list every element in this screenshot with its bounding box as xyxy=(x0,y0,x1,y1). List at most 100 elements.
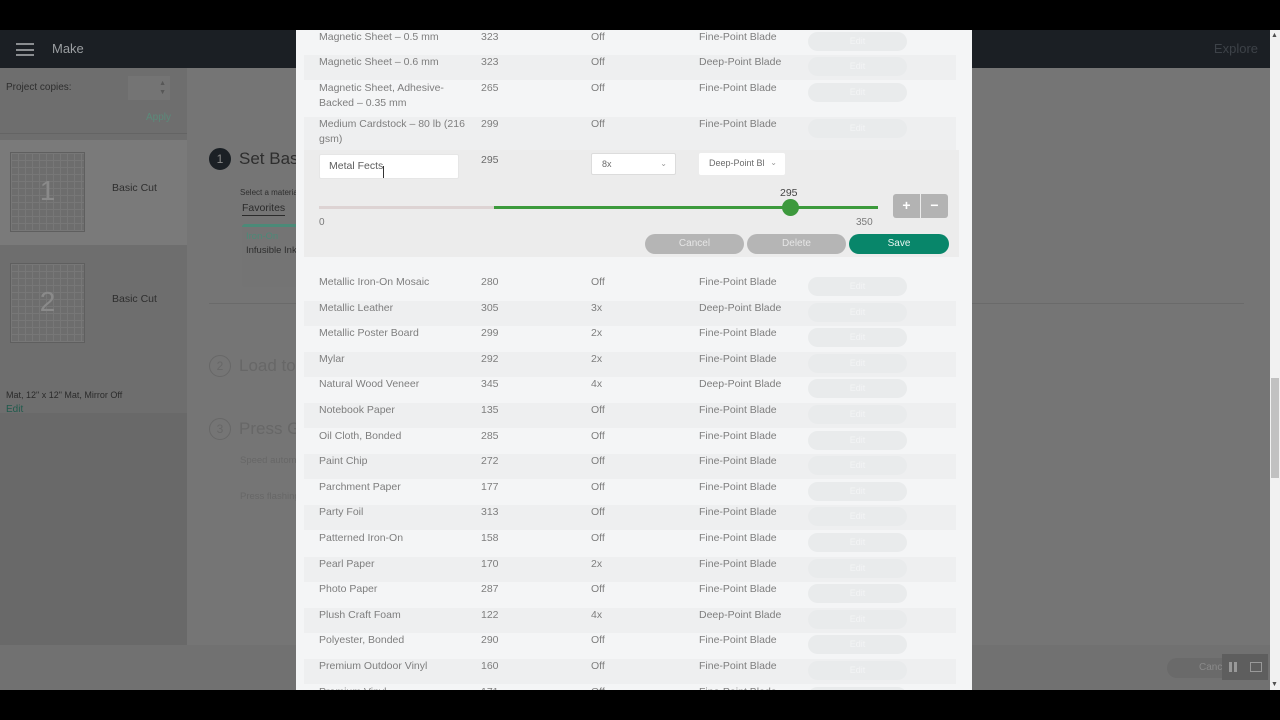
step-3: 3 Press Go xyxy=(209,418,310,440)
edit-button[interactable]: Edit xyxy=(808,302,907,322)
pause-icon[interactable] xyxy=(1228,662,1237,672)
material-name: Parchment Paper xyxy=(319,480,401,493)
pressure-value: 160 xyxy=(481,660,499,672)
material-name: Metallic Iron-On Mosaic xyxy=(319,276,430,288)
edit-button[interactable]: Edit xyxy=(808,481,907,501)
edit-button[interactable]: Edit xyxy=(808,584,907,604)
edit-button[interactable]: Edit xyxy=(808,456,907,476)
left-panel-empty xyxy=(0,413,187,645)
text-cursor-icon xyxy=(383,166,389,178)
multi-cut-value: Off xyxy=(591,685,605,690)
select-material-label: Select a material xyxy=(240,188,300,197)
edit-button[interactable]: Edit xyxy=(808,533,907,552)
material-row: Metallic Iron-On Mosaic 280 Off Fine-Point … xyxy=(304,275,956,300)
blade-name: Fine-Point Blade xyxy=(699,532,777,544)
screen-share-icon[interactable] xyxy=(1249,662,1262,672)
mat-item[interactable]: 2 Basic Cut xyxy=(0,251,187,356)
edit-button[interactable]: Edit xyxy=(808,57,907,76)
pressure-value: 299 xyxy=(481,327,499,340)
multi-cut-value: 4x xyxy=(591,378,603,391)
mat-label: Basic Cut xyxy=(112,293,157,305)
material-name: Magnetic Sheet – 0.6 mm xyxy=(319,56,439,68)
blade-name: Fine-Point Blade xyxy=(699,31,777,43)
edit-button[interactable]: Edit xyxy=(808,119,907,138)
divider xyxy=(0,133,187,134)
apply-button[interactable]: Apply xyxy=(146,112,171,123)
edit-button[interactable]: Edit xyxy=(808,277,907,296)
hamburger-menu-icon[interactable] xyxy=(16,43,34,56)
material-name: Notebook Paper xyxy=(319,404,395,416)
edit-button[interactable]: Edit xyxy=(808,686,907,690)
blade-name: Fine-Point Blade xyxy=(699,685,777,690)
blade-selected: Deep-Point Bl xyxy=(709,158,765,168)
edit-button[interactable]: Edit xyxy=(808,609,907,629)
blade-name: Fine-Point Blade xyxy=(699,352,777,365)
blade-select[interactable]: Deep-Point Bl ⌄ xyxy=(699,153,785,175)
material-name: Magnetic Sheet, Adhesive-Backed – 0.35 m… xyxy=(319,82,444,109)
material-name: Magnetic Sheet – 0.5 mm xyxy=(319,31,439,43)
save-button[interactable]: Save xyxy=(849,234,949,254)
slider-min-label: 0 xyxy=(319,217,325,228)
edit-button[interactable]: Edit xyxy=(808,558,907,578)
explore-link[interactable]: Explore xyxy=(1214,41,1258,56)
material-name: Party Foil xyxy=(319,506,364,519)
slider-value-label: 295 xyxy=(780,187,798,199)
mat-item[interactable]: 1 Basic Cut xyxy=(0,140,187,245)
delete-button[interactable]: Delete xyxy=(747,234,846,254)
multi-cut-value: Off xyxy=(591,634,605,647)
multi-cut-value: 4x xyxy=(591,608,603,621)
scroll-down-arrow-icon[interactable]: ▼ xyxy=(1271,681,1278,688)
material-name: Paint Chip xyxy=(319,455,368,468)
mat-label: Basic Cut xyxy=(112,182,157,194)
edit-button[interactable]: Edit xyxy=(808,83,907,102)
decrease-pressure-button[interactable]: − xyxy=(921,194,948,218)
material-row: Plush Craft Foam 122 4x Deep-Point Blade Edi… xyxy=(304,607,956,633)
project-copies-input[interactable]: ▲ ▼ xyxy=(128,76,170,100)
material-name: Plush Craft Foam xyxy=(319,608,401,621)
material-row: Natural Wood Veneer 345 4x Deep-Point Blade… xyxy=(304,377,956,402)
material-category: Iron-On xyxy=(246,231,279,242)
cancel-button[interactable]: Cancel xyxy=(645,234,744,254)
edit-button[interactable]: Edit xyxy=(808,507,907,527)
pressure-value: 170 xyxy=(481,557,499,570)
edit-button[interactable]: Edit xyxy=(808,405,907,424)
edit-button[interactable]: Edit xyxy=(808,379,907,399)
scrollbar-thumb[interactable] xyxy=(1271,378,1279,478)
pressure-value: 135 xyxy=(481,404,499,416)
multi-cut-value: 2x xyxy=(591,352,603,365)
multi-cut-value: Off xyxy=(591,118,605,130)
pressure-value: 323 xyxy=(481,31,499,43)
favorite-material-card[interactable]: Iron-On Infusible Ink Transfer Sheet xyxy=(242,224,362,287)
multi-cut-value: 2x xyxy=(591,327,603,340)
edit-button[interactable]: Edit xyxy=(808,353,907,373)
material-name: Metallic Leather xyxy=(319,301,394,314)
scroll-up-arrow-icon[interactable]: ▲ xyxy=(1271,32,1278,39)
multi-cut-selected: 8x xyxy=(602,159,612,169)
blade-name: Fine-Point Blade xyxy=(699,557,777,570)
custom-materials-dialog: Magnetic Sheet – 0.5 mm 323 Off Fine-Point … xyxy=(296,30,972,690)
spinner-arrows-icon[interactable]: ▲ ▼ xyxy=(159,79,166,97)
pressure-value: 280 xyxy=(481,276,499,288)
pressure-value: 290 xyxy=(481,634,499,647)
multi-cut-value: Off xyxy=(591,480,605,493)
pressure-slider-handle[interactable] xyxy=(782,199,800,216)
edit-button[interactable]: Edit xyxy=(808,661,907,680)
edit-button[interactable]: Edit xyxy=(808,32,907,51)
edit-button[interactable]: Edit xyxy=(808,430,907,450)
material-name-input[interactable]: Metal Fects xyxy=(319,154,459,179)
pressure-value: 345 xyxy=(481,378,499,391)
material-row: Medium Cardstock – 80 lb (216 gsm) 299 Off… xyxy=(304,117,956,153)
increase-pressure-button[interactable]: + xyxy=(893,194,920,218)
multi-cut-select[interactable]: 8x ⌄ xyxy=(591,153,676,175)
edit-button[interactable]: Edit xyxy=(808,328,907,348)
tab-favorites[interactable]: Favorites xyxy=(242,202,286,216)
page-scrollbar[interactable]: ▲ ▼ xyxy=(1270,30,1280,690)
material-edit-row: Metal Fects 295 8x ⌄ Deep-Point Bl ⌄ 295… xyxy=(304,150,959,257)
step-number: 3 xyxy=(209,418,231,440)
multi-cut-value: 2x xyxy=(591,557,603,570)
chevron-down-icon: ⌄ xyxy=(770,158,777,167)
mat-thumbnail: 1 xyxy=(10,152,85,232)
edit-button[interactable]: Edit xyxy=(808,635,907,655)
pressure-value: 295 xyxy=(481,154,499,166)
material-row: Magnetic Sheet – 0.5 mm 323 Off Fine-Point … xyxy=(304,30,956,52)
